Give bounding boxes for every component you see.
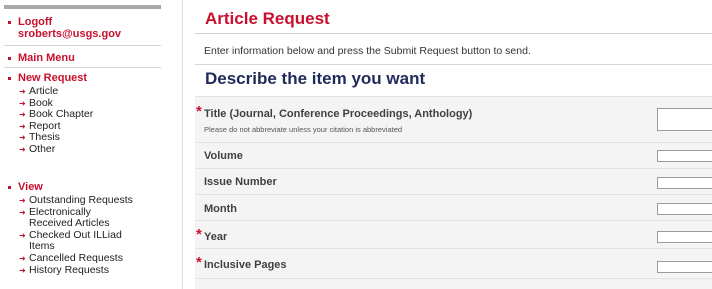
- required-marker: *: [196, 226, 202, 243]
- required-marker: *: [196, 103, 202, 120]
- bullet-icon: [8, 21, 11, 24]
- sidebar-item-label[interactable]: Checked Out ILLiad: [29, 229, 122, 241]
- month-label: Month: [204, 203, 237, 215]
- month-input[interactable]: [657, 203, 712, 215]
- logoff-link[interactable]: Logoff sroberts@usgs.gov: [4, 16, 161, 40]
- sidebar-logoff-section: Logoff sroberts@usgs.gov: [4, 16, 161, 40]
- sidebar-item-history-requests[interactable]: ➜ History Requests: [19, 264, 161, 277]
- sidebar-item-label[interactable]: History Requests: [29, 264, 109, 276]
- arrow-icon: ➜: [19, 265, 26, 275]
- main-content: Article Request Enter information below …: [195, 0, 712, 289]
- arrow-icon: ➜: [19, 207, 26, 217]
- section-title: Describe the item you want: [205, 69, 426, 88]
- year-label: Year: [204, 231, 228, 243]
- title-label: Title (Journal, Conference Proceedings, …: [204, 108, 473, 120]
- sidebar-view-section: View ➜ Outstanding Requests ➜ Electronical…: [4, 181, 161, 276]
- sidebar-item-label[interactable]: Received Articles: [29, 217, 110, 229]
- arrow-icon: ➜: [19, 253, 26, 263]
- arrow-icon: ➜: [19, 121, 26, 131]
- sidebar-new-request-section: New Request ➜ Article ➜ Book ➜ Book Chapter…: [4, 72, 161, 156]
- issue-number-input[interactable]: [657, 177, 712, 189]
- main-menu-link[interactable]: Main Menu: [4, 52, 161, 64]
- volume-input[interactable]: [657, 150, 712, 162]
- title-hint: Please do not abbreviate unless your cit…: [204, 125, 403, 134]
- title-divider: [195, 33, 712, 34]
- bullet-icon: [8, 57, 11, 60]
- sidebar-item-label[interactable]: Items: [29, 240, 55, 253]
- form-row-month: Month: [195, 194, 712, 221]
- column-separator: [182, 0, 183, 289]
- view-list: ➜ Outstanding Requests ➜ Electronically Rec…: [4, 194, 161, 277]
- arrow-icon: ➜: [19, 87, 26, 96]
- arrow-icon: ➜: [19, 196, 26, 205]
- form-row-next: [195, 278, 712, 289]
- page-title: Article Request: [205, 9, 330, 28]
- sidebar-item-label[interactable]: Electronically: [29, 206, 91, 218]
- issue-number-label: Issue Number: [204, 176, 277, 188]
- view-heading[interactable]: View: [4, 181, 161, 193]
- required-marker: *: [196, 254, 202, 271]
- volume-label: Volume: [204, 150, 243, 162]
- sidebar-item-label[interactable]: Cancelled Requests: [29, 252, 123, 264]
- view-label[interactable]: View: [18, 181, 43, 193]
- sidebar-item-other[interactable]: ➜ Other: [19, 143, 161, 156]
- sidebar-divider: [4, 67, 161, 68]
- sidebar-top-bar: [4, 5, 161, 9]
- user-email[interactable]: sroberts@usgs.gov: [18, 28, 121, 40]
- arrow-icon: ➜: [19, 230, 26, 240]
- new-request-heading[interactable]: New Request: [4, 72, 161, 84]
- year-input[interactable]: [657, 231, 712, 243]
- sidebar-item-electronically-received-articles[interactable]: ➜ Electronically Received Articles: [19, 206, 161, 230]
- sidebar-item-label[interactable]: Report: [29, 120, 61, 132]
- new-request-label[interactable]: New Request: [18, 72, 87, 84]
- new-request-list: ➜ Article ➜ Book ➜ Book Chapter ➜ Report ➜ Th…: [4, 85, 161, 156]
- arrow-icon: ➜: [19, 133, 26, 143]
- inclusive-pages-input[interactable]: [657, 261, 712, 273]
- sidebar-item-label[interactable]: Outstanding Requests: [29, 194, 133, 206]
- form-row-year: * Year: [195, 220, 712, 249]
- article-request-form: * Title (Journal, Conference Proceedings…: [195, 96, 712, 289]
- instructions-divider: [195, 64, 712, 65]
- main-menu-label[interactable]: Main Menu: [18, 52, 75, 64]
- bullet-icon: [8, 186, 11, 189]
- sidebar-divider: [4, 45, 161, 46]
- arrow-icon: ➜: [19, 110, 26, 120]
- form-row-volume: Volume: [195, 142, 712, 167]
- sidebar-nav: Logoff sroberts@usgs.gov Main Menu New R…: [0, 0, 172, 289]
- form-row-issue-number: Issue Number: [195, 168, 712, 195]
- sidebar-item-checked-out-illiad-items[interactable]: ➜ Checked Out ILLiad Items: [19, 229, 161, 253]
- sidebar-main-menu-section: Main Menu: [4, 52, 161, 64]
- sidebar-item-label[interactable]: Other: [29, 143, 55, 155]
- instructions-text: Enter information below and press the Su…: [204, 45, 531, 57]
- sidebar-item-label[interactable]: Article: [29, 85, 58, 97]
- sidebar-item-label[interactable]: Book: [29, 97, 53, 109]
- title-input[interactable]: [657, 108, 712, 131]
- inclusive-pages-label: Inclusive Pages: [204, 259, 287, 271]
- arrow-icon: ➜: [19, 144, 26, 154]
- logoff-label[interactable]: Logoff: [18, 16, 52, 28]
- bullet-icon: [8, 77, 11, 80]
- form-row-title: * Title (Journal, Conference Proceedings…: [195, 96, 712, 135]
- sidebar-item-label[interactable]: Thesis: [29, 131, 60, 144]
- form-row-inclusive-pages: * Inclusive Pages: [195, 248, 712, 277]
- arrow-icon: ➜: [19, 98, 26, 108]
- sidebar-item-label[interactable]: Book Chapter: [29, 108, 93, 120]
